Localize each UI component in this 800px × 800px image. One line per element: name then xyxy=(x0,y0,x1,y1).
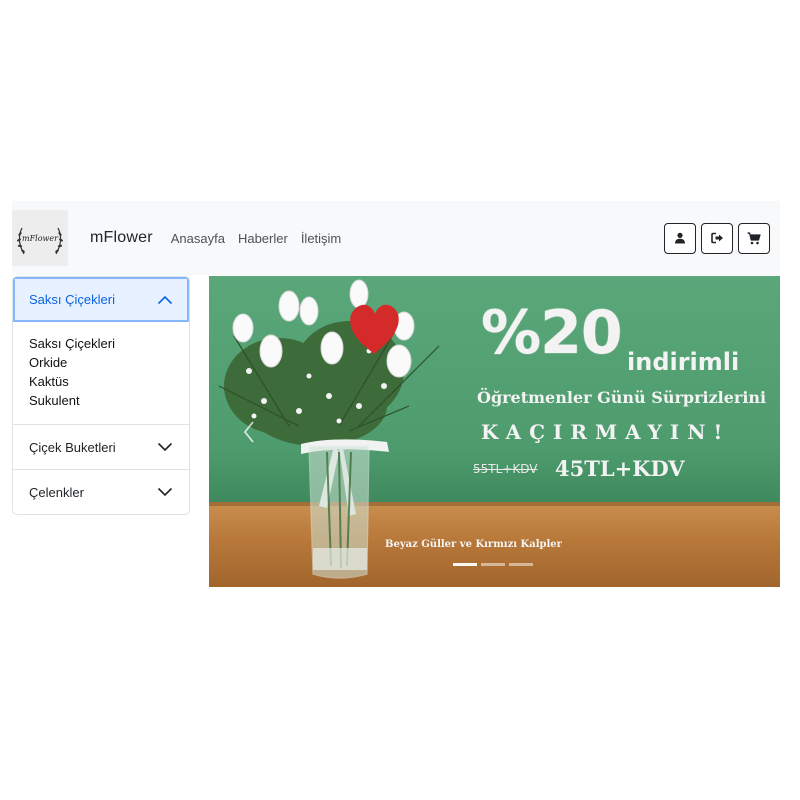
promo-percent: %20 xyxy=(481,298,623,368)
laurel-logo-icon: mFlower xyxy=(12,210,68,266)
promo-old-price: 55TL+KDV xyxy=(473,462,538,476)
chevron-down-icon xyxy=(157,442,173,452)
carousel-prev-button[interactable] xyxy=(237,419,261,445)
logo[interactable]: mFlower xyxy=(12,210,68,266)
user-icon xyxy=(675,232,685,244)
nav-link-haberler[interactable]: Haberler xyxy=(238,231,288,246)
promo-new-price: 45TL+KDV xyxy=(555,456,685,481)
logout-button[interactable] xyxy=(701,222,733,254)
accordion-header-cicek-buketleri[interactable]: Çiçek Buketleri xyxy=(13,425,189,469)
subcategory-link-saksi-cicekleri[interactable]: Saksı Çiçekleri xyxy=(29,334,173,353)
promo-tagline: KAÇIRMAYIN! xyxy=(481,420,731,444)
accordion-body-saksi-cicekleri: Saksı Çiçekleri Orkide Kaktüs Sukulent xyxy=(13,322,189,425)
carousel-indicator[interactable] xyxy=(453,563,477,566)
accordion-header-label: Saksı Çiçekleri xyxy=(29,292,115,307)
accordion-header-saksi-cicekleri[interactable]: Saksı Çiçekleri xyxy=(13,277,189,322)
accordion-header-celenkler[interactable]: Çelenkler xyxy=(13,470,189,514)
sign-out-icon xyxy=(710,232,723,244)
accordion-header-label: Çiçek Buketleri xyxy=(29,439,116,455)
subcategory-link-sukulent[interactable]: Sukulent xyxy=(29,391,173,410)
nav-links: Anasayfa Haberler İletişim xyxy=(171,231,342,246)
chevron-down-icon xyxy=(157,487,173,497)
hero-carousel: %20 indirimli Öğretmenler Günü Sürprizle… xyxy=(209,276,780,587)
category-accordion: Saksı Çiçekleri Saksı Çiçekleri Orkide K… xyxy=(12,276,190,515)
user-button[interactable] xyxy=(664,222,696,254)
chevron-left-icon xyxy=(243,421,254,443)
subcategory-link-kaktus[interactable]: Kaktüs xyxy=(29,372,173,391)
shopping-cart-icon xyxy=(747,231,761,244)
brand-name[interactable]: mFlower xyxy=(90,229,153,247)
cart-button[interactable] xyxy=(738,222,770,254)
chevron-up-icon xyxy=(157,295,173,304)
accordion-header-label: Çelenkler xyxy=(29,484,84,500)
nav-link-anasayfa[interactable]: Anasayfa xyxy=(171,231,225,246)
carousel-indicator[interactable] xyxy=(509,563,533,566)
nav-link-iletisim[interactable]: İletişim xyxy=(301,231,341,246)
carousel-indicator[interactable] xyxy=(481,563,505,566)
subcategory-link-orkide[interactable]: Orkide xyxy=(29,353,173,372)
carousel-indicators xyxy=(453,563,533,566)
top-navbar: mFlower mFlower Anasayfa Haberler İletiş… xyxy=(12,201,780,275)
promo-headline: Öğretmenler Günü Sürprizlerini xyxy=(477,388,767,407)
promo-indirimli: indirimli xyxy=(627,348,740,376)
nav-actions xyxy=(664,222,770,254)
slide-caption: Beyaz Güller ve Kırmızı Kalpler xyxy=(385,539,562,550)
svg-text:mFlower: mFlower xyxy=(22,234,59,243)
